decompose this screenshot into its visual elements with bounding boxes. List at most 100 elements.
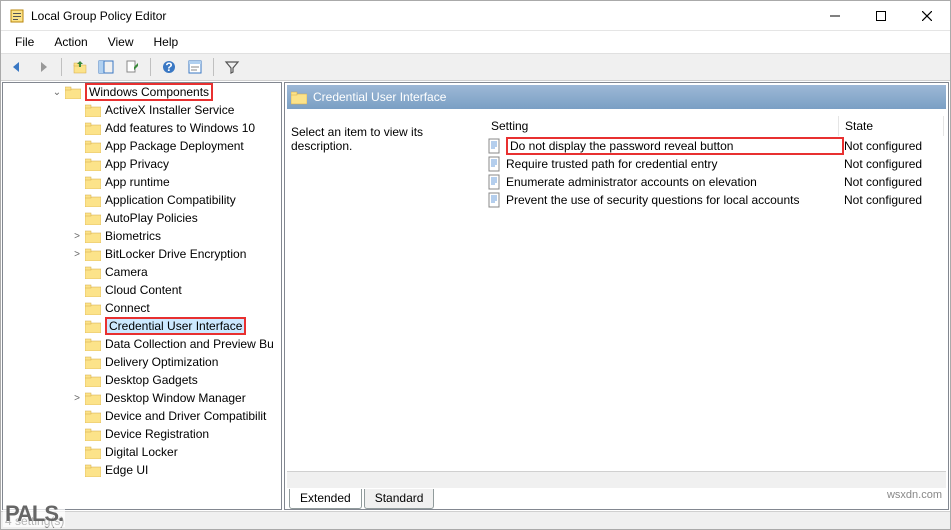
tree-item-label[interactable]: App Package Deployment [105,139,244,153]
toolbar-separator [61,58,62,76]
tree-item-label[interactable]: Device Registration [105,427,209,441]
tree-item-label[interactable]: Application Compatibility [105,193,236,207]
menu-view[interactable]: View [98,32,144,52]
tree-item[interactable]: Camera [3,263,281,281]
tree-item[interactable]: App runtime [3,173,281,191]
tree-item-label[interactable]: BitLocker Drive Encryption [105,247,246,261]
toolbar-separator [150,58,151,76]
folder-icon [85,193,101,207]
horizontal-scrollbar[interactable] [287,471,946,488]
tree-root-node[interactable]: ⌄ Windows Components [3,83,281,101]
up-button[interactable] [68,56,92,78]
tree-item[interactable]: Edge UI [3,461,281,479]
tree-item-label[interactable]: Digital Locker [105,445,178,459]
setting-row[interactable]: Do not display the password reveal butto… [485,137,944,155]
folder-icon [85,409,101,423]
column-state[interactable]: State [839,116,944,136]
svg-text:?: ? [165,60,172,74]
setting-row[interactable]: Prevent the use of security questions fo… [485,191,944,209]
tree-item[interactable]: ActiveX Installer Service [3,101,281,119]
tree-item-label[interactable]: Biometrics [105,229,161,243]
tree-item-label[interactable]: AutoPlay Policies [105,211,198,225]
tree-item-label[interactable]: Device and Driver Compatibilit [105,409,266,423]
back-button[interactable] [5,56,29,78]
tree-item-label[interactable]: Add features to Windows 10 [105,121,255,135]
menu-help[interactable]: Help [144,32,189,52]
close-button[interactable] [904,1,950,30]
minimize-button[interactable] [812,1,858,30]
collapse-icon[interactable]: ⌄ [49,87,65,98]
tree-panel[interactable]: ⌄ Windows Components ActiveX Installer S… [2,82,282,510]
filter-button[interactable] [220,56,244,78]
folder-icon [85,391,101,405]
folder-icon [85,157,101,171]
menu-file[interactable]: File [5,32,44,52]
tree-item[interactable]: Data Collection and Preview Bu [3,335,281,353]
properties-button[interactable] [183,56,207,78]
toolbar: ? [1,53,950,81]
expand-icon[interactable]: > [69,249,85,260]
tree-item-label[interactable]: Data Collection and Preview Bu [105,337,274,351]
tree-item-label[interactable]: Desktop Window Manager [105,391,246,405]
tree-item[interactable]: AutoPlay Policies [3,209,281,227]
folder-icon [65,85,81,99]
export-button[interactable] [120,56,144,78]
folder-icon [85,445,101,459]
setting-name[interactable]: Enumerate administrator accounts on elev… [506,175,844,189]
menu-action[interactable]: Action [44,32,97,52]
folder-icon [85,427,101,441]
tree-item[interactable]: Connect [3,299,281,317]
tree-item-label[interactable]: Delivery Optimization [105,355,218,369]
description-pane: Select an item to view its description. [289,115,485,467]
expand-icon[interactable]: > [69,231,85,242]
tree-item[interactable]: Delivery Optimization [3,353,281,371]
tree-item[interactable]: > Biometrics [3,227,281,245]
tree-root-label[interactable]: Windows Components [85,83,213,101]
tree-item-label[interactable]: ActiveX Installer Service [105,103,234,117]
tree-item[interactable]: Application Compatibility [3,191,281,209]
folder-icon [85,301,101,315]
tree-item[interactable]: App Privacy [3,155,281,173]
setting-name[interactable]: Require trusted path for credential entr… [506,157,844,171]
folder-icon [291,89,307,105]
folder-icon [85,103,101,117]
tree-item[interactable]: Cloud Content [3,281,281,299]
policy-icon [487,174,503,190]
tree-item[interactable]: Device and Driver Compatibilit [3,407,281,425]
tree-item[interactable]: App Package Deployment [3,137,281,155]
tab-extended[interactable]: Extended [289,489,362,509]
setting-name[interactable]: Prevent the use of security questions fo… [506,193,844,207]
app-icon [9,8,25,24]
setting-state: Not configured [844,139,944,153]
tree-item-label[interactable]: Desktop Gadgets [105,373,198,387]
expand-icon[interactable]: > [69,393,85,404]
toolbar-separator [213,58,214,76]
tab-standard[interactable]: Standard [364,489,435,509]
tree-item-label[interactable]: Edge UI [105,463,148,477]
tree-item[interactable]: Credential User Interface [3,317,281,335]
tree-item-label[interactable]: Camera [105,265,148,279]
tree-item[interactable]: Digital Locker [3,443,281,461]
tree-item[interactable]: Desktop Gadgets [3,371,281,389]
tree-item-label[interactable]: Connect [105,301,150,315]
forward-button[interactable] [31,56,55,78]
list-header: Setting State [485,115,944,137]
setting-row[interactable]: Require trusted path for credential entr… [485,155,944,173]
tree-item-label[interactable]: Credential User Interface [105,317,246,335]
tree-item[interactable]: > BitLocker Drive Encryption [3,245,281,263]
window-title: Local Group Policy Editor [31,9,812,23]
column-setting[interactable]: Setting [485,116,839,136]
tree-item[interactable]: Add features to Windows 10 [3,119,281,137]
setting-row[interactable]: Enumerate administrator accounts on elev… [485,173,944,191]
folder-icon [85,355,101,369]
overlay-logo: PALS. [3,501,65,527]
tree-item[interactable]: Device Registration [3,425,281,443]
maximize-button[interactable] [858,1,904,30]
help-button[interactable]: ? [157,56,181,78]
setting-name[interactable]: Do not display the password reveal butto… [506,137,844,155]
tree-item[interactable]: > Desktop Window Manager [3,389,281,407]
show-hide-tree-button[interactable] [94,56,118,78]
tree-item-label[interactable]: Cloud Content [105,283,182,297]
tree-item-label[interactable]: App runtime [105,175,170,189]
tree-item-label[interactable]: App Privacy [105,157,169,171]
